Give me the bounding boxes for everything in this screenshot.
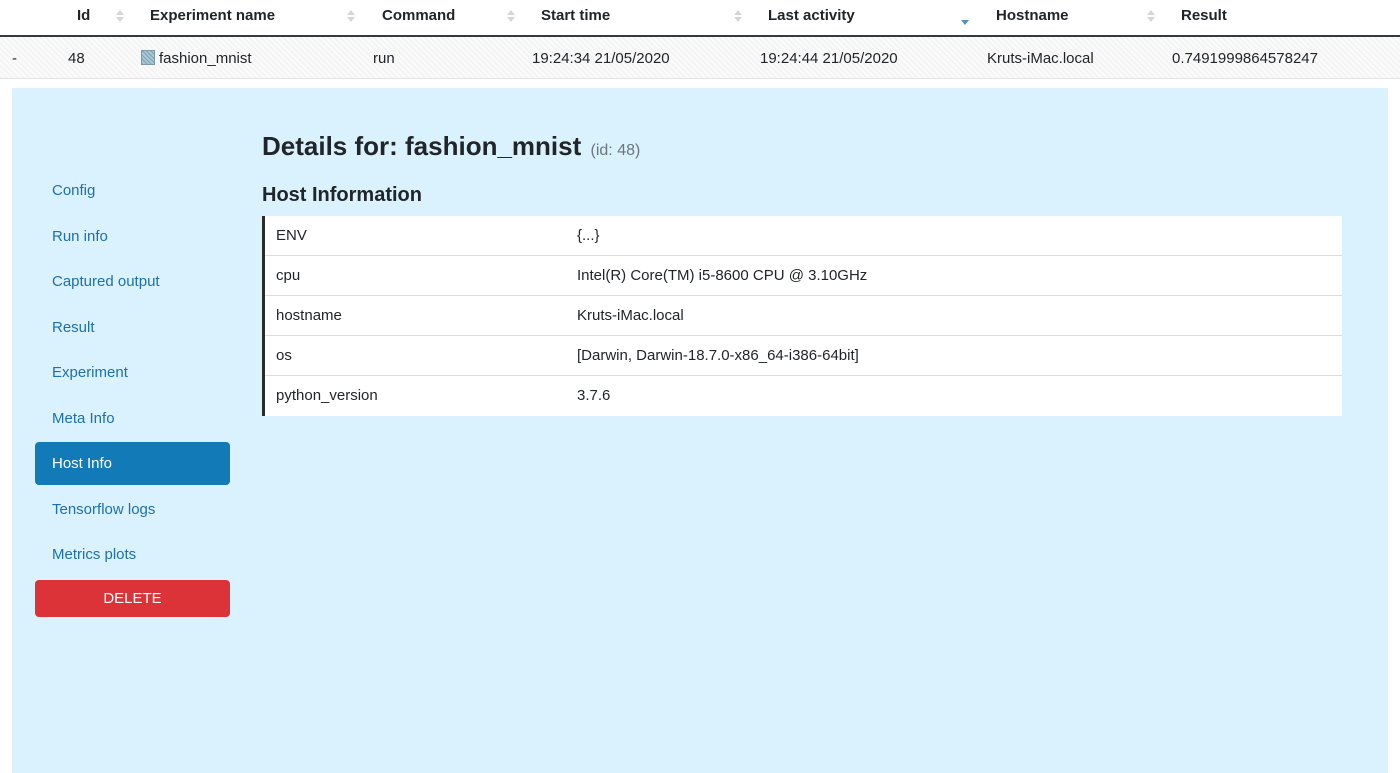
nav-item-run-info[interactable]: Run info — [35, 215, 230, 258]
host-info-key: os — [276, 347, 292, 364]
nav-item-tensorflow-logs[interactable]: Tensorflow logs — [35, 488, 230, 531]
host-info-value: Intel(R) Core(TM) i5-8600 CPU @ 3.10GHz — [577, 267, 868, 284]
host-info-row: ENV {...} — [265, 216, 1342, 256]
page-title-text: Details for: fashion_mnist — [262, 131, 582, 161]
cell-result: 0.7491999864578247 — [1172, 50, 1318, 67]
row-collapse-toggle[interactable]: - — [12, 37, 17, 79]
sort-icon[interactable] — [115, 7, 125, 25]
sort-descending-icon[interactable] — [960, 7, 970, 25]
host-info-key: python_version — [276, 387, 378, 404]
column-header-command[interactable]: Command — [382, 0, 455, 35]
sort-icon[interactable] — [346, 7, 356, 25]
column-header-label: Last activity — [768, 7, 855, 24]
column-header-label: Hostname — [996, 7, 1069, 24]
cell-hostname: Kruts-iMac.local — [987, 50, 1094, 67]
column-header-label: Id — [77, 7, 91, 24]
host-info-key: hostname — [276, 307, 342, 324]
host-info-value: 3.7.6 — [577, 387, 611, 404]
page-title: Details for: fashion_mnist (id: 48) — [262, 128, 1344, 169]
table-row[interactable]: - 48 fashion_mnist run 19:24:34 21/05/20… — [0, 37, 1400, 79]
host-info-table: ENV {...} cpu Intel(R) Core(TM) i5-8600 … — [262, 216, 1342, 416]
cell-last-activity: 19:24:44 21/05/2020 — [760, 50, 898, 67]
nav-item-metrics-plots[interactable]: Metrics plots — [35, 533, 230, 576]
sort-icon[interactable] — [733, 7, 743, 25]
host-info-value: [Darwin, Darwin-18.7.0-x86_64-i386-64bit… — [577, 347, 859, 364]
host-info-value-expandable[interactable]: {...} — [577, 216, 1342, 255]
column-header-label: Start time — [541, 7, 611, 24]
nav-item-result[interactable]: Result — [35, 306, 230, 349]
column-header-label: Command — [382, 7, 456, 24]
run-status-icon — [141, 50, 155, 65]
experiment-id-label: (id: 48) — [590, 142, 641, 159]
sort-icon[interactable] — [1146, 7, 1156, 25]
host-info-key: ENV — [276, 227, 307, 244]
nav-item-meta-info[interactable]: Meta Info — [35, 397, 230, 440]
host-info-key: cpu — [276, 267, 301, 284]
cell-id: 48 — [68, 50, 85, 67]
table-header: Id Experiment name Command Start time La… — [0, 0, 1400, 37]
section-title: Host Information — [262, 184, 422, 206]
column-header-hostname[interactable]: Hostname — [996, 0, 1069, 35]
column-header-result[interactable]: Result — [1181, 0, 1227, 35]
cell-start-time: 19:24:34 21/05/2020 — [532, 50, 670, 67]
host-info-row: python_version 3.7.6 — [265, 376, 1342, 416]
nav-item-config[interactable]: Config — [35, 169, 230, 212]
details-panel: Config Run info Captured output Result E… — [12, 88, 1388, 773]
experiment-name-text: fashion_mnist — [159, 50, 252, 67]
host-info-row: cpu Intel(R) Core(TM) i5-8600 CPU @ 3.10… — [265, 256, 1342, 296]
column-header-label: Result — [1181, 7, 1227, 24]
column-header-label: Experiment name — [150, 7, 276, 24]
column-header-id[interactable]: Id — [77, 0, 90, 35]
cell-experiment-name: fashion_mnist — [141, 37, 252, 79]
host-info-row: hostname Kruts-iMac.local — [265, 296, 1342, 336]
column-header-start-time[interactable]: Start time — [541, 0, 610, 35]
nav-item-captured-output[interactable]: Captured output — [35, 260, 230, 303]
host-info-row: os [Darwin, Darwin-18.7.0-x86_64-i386-64… — [265, 336, 1342, 376]
delete-button[interactable]: DELETE — [35, 580, 230, 617]
cell-command: run — [373, 50, 395, 67]
sort-icon[interactable] — [506, 7, 516, 25]
host-info-value: Kruts-iMac.local — [577, 307, 684, 324]
details-content: Details for: fashion_mnist (id: 48) Host… — [262, 128, 1344, 416]
column-header-last-activity[interactable]: Last activity — [768, 0, 855, 35]
details-nav: Config Run info Captured output Result E… — [35, 169, 230, 579]
nav-item-experiment[interactable]: Experiment — [35, 351, 230, 394]
nav-item-host-info[interactable]: Host Info — [35, 442, 230, 485]
column-header-experiment-name[interactable]: Experiment name — [150, 0, 275, 35]
